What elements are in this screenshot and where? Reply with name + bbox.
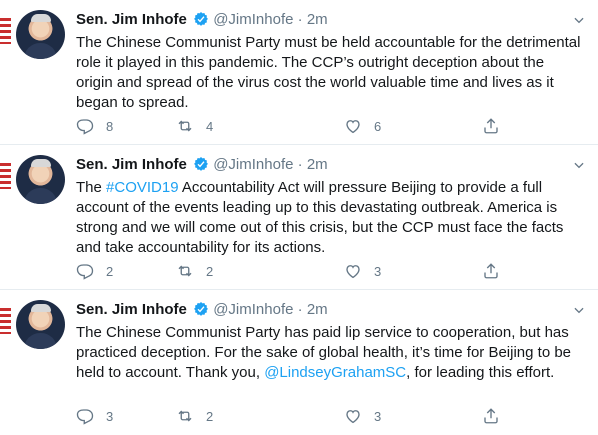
retweet-icon	[178, 265, 192, 277]
retweet-count: 2	[206, 408, 214, 424]
like-icon	[346, 120, 360, 134]
chevron-down-icon[interactable]	[572, 13, 586, 27]
author-name[interactable]: Sen. Jim Inhofe	[76, 11, 187, 28]
reply-count: 3	[106, 408, 114, 424]
like-count: 6	[374, 118, 382, 134]
chevron-down-icon[interactable]	[572, 303, 586, 317]
time-separator: ·	[297, 11, 303, 28]
us-flag-background	[0, 163, 11, 189]
retweet-button[interactable]: 2	[176, 261, 213, 281]
like-button[interactable]: 6	[344, 116, 381, 136]
author-handle[interactable]: @JimInhofe	[213, 301, 293, 318]
share-button[interactable]	[482, 261, 500, 281]
tweet-link[interactable]: @LindseyGrahamSC	[264, 364, 406, 381]
author-handle[interactable]: @JimInhofe	[213, 11, 293, 28]
tweet-header: Sen. Jim Inhofe @JimInhofe · 2m	[76, 300, 586, 320]
tweet-header: Sen. Jim Inhofe @JimInhofe · 2m	[76, 155, 586, 175]
tweet-text: The #COVID19 Accountability Act will pre…	[76, 178, 582, 258]
avatar[interactable]	[16, 155, 65, 204]
verified-badge-icon	[193, 156, 209, 172]
retweet-icon	[178, 120, 192, 132]
reply-button[interactable]: 8	[76, 116, 113, 136]
share-button[interactable]	[482, 406, 500, 426]
like-button[interactable]: 3	[344, 406, 381, 426]
tweet-time[interactable]: 2m	[307, 156, 328, 173]
like-count: 3	[374, 408, 382, 424]
avatar[interactable]	[16, 300, 65, 349]
us-flag-background	[0, 18, 11, 44]
like-button[interactable]: 3	[344, 261, 381, 281]
tweet[interactable]: Sen. Jim Inhofe @JimInhofe · 2m The Chin…	[0, 0, 598, 145]
avatar[interactable]	[16, 10, 65, 59]
share-button[interactable]	[482, 116, 500, 136]
retweet-button[interactable]: 4	[176, 116, 213, 136]
share-icon	[484, 408, 498, 424]
retweet-button[interactable]: 2	[176, 406, 213, 426]
tweet-text-span: , for leading this effort.	[406, 364, 555, 381]
tweet-timeline: Sen. Jim Inhofe @JimInhofe · 2m The Chin…	[0, 0, 598, 435]
time-separator: ·	[297, 301, 303, 318]
tweet-time[interactable]: 2m	[307, 11, 328, 28]
reply-count: 8	[106, 118, 114, 134]
share-icon	[484, 118, 498, 134]
reply-icon	[76, 264, 94, 280]
tweet-text-span: The Chinese Communist Party must be held…	[76, 34, 581, 111]
time-separator: ·	[297, 156, 303, 173]
reply-count: 2	[106, 263, 114, 279]
author-name[interactable]: Sen. Jim Inhofe	[76, 301, 187, 318]
tweet-actions: 2 2 3	[76, 261, 506, 281]
reply-button[interactable]: 3	[76, 406, 113, 426]
tweet-text: The Chinese Communist Party must be held…	[76, 33, 582, 113]
tweet[interactable]: Sen. Jim Inhofe @JimInhofe · 2m The #COV…	[0, 145, 598, 290]
us-flag-background	[0, 308, 11, 334]
tweet-text: The Chinese Communist Party has paid lip…	[76, 323, 582, 383]
reply-button[interactable]: 2	[76, 261, 113, 281]
tweet[interactable]: Sen. Jim Inhofe @JimInhofe · 2m The Chin…	[0, 290, 598, 435]
tweet-link[interactable]: #COVID19	[106, 179, 179, 196]
tweet-text-span: The	[76, 179, 107, 196]
chevron-down-icon[interactable]	[572, 158, 586, 172]
tweet-header: Sen. Jim Inhofe @JimInhofe · 2m	[76, 10, 586, 30]
tweet-actions: 3 2 3	[76, 406, 506, 426]
reply-icon	[76, 409, 94, 425]
share-icon	[484, 263, 498, 279]
tweet-actions: 8 4 6	[76, 116, 506, 136]
reply-icon	[76, 119, 94, 135]
author-handle[interactable]: @JimInhofe	[213, 156, 293, 173]
verified-badge-icon	[193, 11, 209, 27]
like-icon	[346, 410, 360, 424]
retweet-icon	[178, 410, 192, 422]
retweet-count: 4	[206, 118, 214, 134]
like-icon	[346, 265, 360, 279]
verified-badge-icon	[193, 301, 209, 317]
retweet-count: 2	[206, 263, 214, 279]
like-count: 3	[374, 263, 382, 279]
tweet-time[interactable]: 2m	[307, 301, 328, 318]
author-name[interactable]: Sen. Jim Inhofe	[76, 156, 187, 173]
